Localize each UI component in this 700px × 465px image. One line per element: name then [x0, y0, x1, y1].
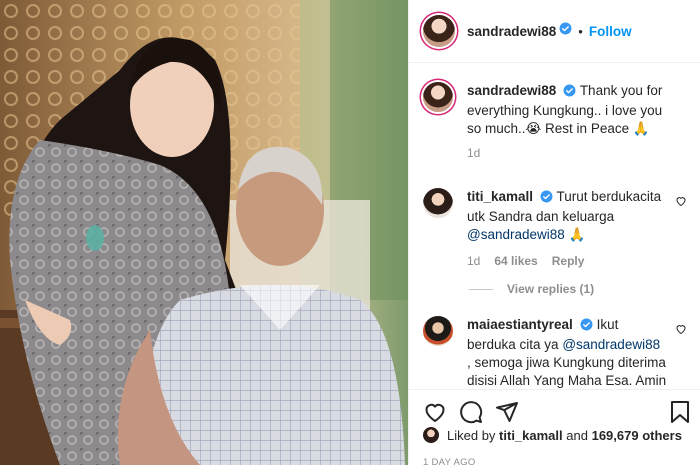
likes-others-count[interactable]: 169,679 others — [592, 428, 682, 443]
verified-badge-icon — [580, 318, 593, 336]
reply-button[interactable]: Reply — [552, 252, 585, 270]
comment-text-after: 🙏 — [568, 227, 586, 242]
likes-summary: Liked by titi_kamall and 169,679 others — [423, 427, 682, 443]
comment-mention[interactable]: @sandradewi88 — [467, 227, 565, 242]
comment-body: titi_kamall Turut berdukacita utk Sandra… — [467, 188, 667, 270]
header-separator: • — [578, 23, 583, 39]
post-header: sandradewi88 • Follow — [409, 0, 700, 63]
comment-username[interactable]: maiaestiantyreal — [467, 317, 573, 332]
likes-text: Liked by titi_kamall and 169,679 others — [447, 428, 682, 443]
liker-avatar[interactable] — [423, 427, 439, 443]
comment-like-heart-icon[interactable] — [675, 194, 687, 212]
author-avatar[interactable] — [423, 15, 455, 47]
comment-item: titi_kamall Turut berdukacita utk Sandra… — [423, 188, 687, 270]
comment-like-heart-icon[interactable] — [675, 322, 687, 340]
post-timestamp[interactable]: 1 DAY AGO — [423, 457, 476, 465]
comment-body: maiaestiantyreal Ikut berduka cita ya @s… — [467, 316, 667, 388]
paper-plane-icon[interactable] — [495, 400, 519, 429]
comment-mention[interactable]: @sandradewi88 — [562, 337, 660, 352]
verified-badge-icon — [563, 84, 576, 102]
caption-username[interactable]: sandradewi88 — [467, 83, 556, 98]
caption: sandradewi88 Thank you for everything Ku… — [423, 82, 687, 162]
view-replies-line — [469, 288, 493, 290]
comment-meta: 1d 64 likes Reply — [467, 252, 667, 270]
likes-prefix: Liked by — [447, 427, 496, 443]
heart-icon[interactable] — [423, 400, 447, 429]
comment-time[interactable]: 1d — [467, 252, 480, 270]
comments-list[interactable]: sandradewi88 Thank you for everything Ku… — [409, 64, 700, 388]
action-bar — [409, 389, 700, 431]
post-image — [0, 0, 408, 465]
follow-button[interactable]: Follow — [589, 24, 632, 39]
liker-username[interactable]: titi_kamall — [499, 428, 563, 443]
caption-avatar[interactable] — [423, 82, 453, 112]
header-text: sandradewi88 • Follow — [467, 22, 632, 40]
author-username[interactable]: sandradewi88 — [467, 24, 556, 39]
comment-item: maiaestiantyreal Ikut berduka cita ya @s… — [423, 316, 687, 388]
comment-avatar[interactable] — [423, 188, 453, 218]
comment-username[interactable]: titi_kamall — [467, 189, 533, 204]
bookmark-icon[interactable] — [669, 400, 691, 429]
caption-meta: 1d — [467, 144, 667, 162]
comment-avatar[interactable] — [423, 316, 453, 346]
instagram-post: sandradewi88 • Follow sandradewi88 Thank… — [0, 0, 700, 465]
comment-icon[interactable] — [459, 400, 483, 429]
caption-time[interactable]: 1d — [467, 144, 480, 162]
verified-badge-icon — [540, 190, 553, 208]
post-side-panel: sandradewi88 • Follow sandradewi88 Thank… — [408, 0, 700, 465]
verified-badge-icon — [559, 22, 572, 40]
view-replies-button[interactable]: View replies (1) — [469, 282, 594, 296]
comment-text-after: , semoga jiwa Kungkung diterima disisi A… — [467, 355, 667, 388]
view-replies-label: View replies (1) — [507, 282, 595, 296]
comment-likes[interactable]: 64 likes — [494, 252, 537, 270]
post-photo[interactable] — [0, 0, 408, 465]
likes-conjunction: and — [566, 427, 588, 443]
caption-body: sandradewi88 Thank you for everything Ku… — [467, 82, 667, 162]
